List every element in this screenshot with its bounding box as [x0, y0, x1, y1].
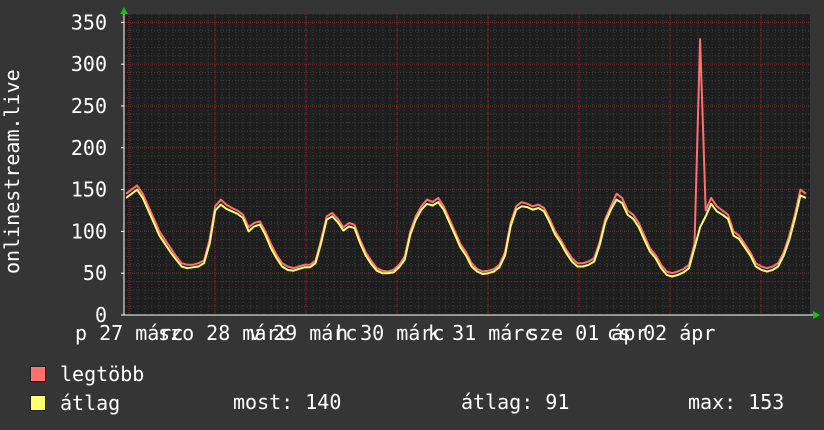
y-tick-label: 150	[71, 178, 107, 202]
legend-item-avg: átlag	[30, 389, 120, 417]
stat-avg: átlag: 91	[461, 390, 570, 414]
y-tick-label: 100	[71, 219, 107, 243]
y-axis-ticks: 050100150200250300350	[71, 10, 124, 327]
legend-swatch-max	[30, 366, 46, 382]
x-axis-arrow-icon	[813, 311, 820, 319]
y-tick-label: 200	[71, 136, 107, 160]
stat-max: max: 153	[688, 390, 785, 414]
legend-item-max: legtöbb	[30, 360, 144, 388]
x-tick-label: cs 02 ápr	[607, 321, 715, 345]
y-axis-label: onlinestream.live	[0, 69, 24, 274]
y-tick-label: 50	[83, 261, 107, 285]
legend-label-max: legtöbb	[60, 362, 145, 386]
y-tick-label: 350	[71, 10, 107, 34]
y-tick-label: 250	[71, 94, 107, 118]
y-tick-label: 300	[71, 52, 107, 76]
legend-label-avg: átlag	[60, 391, 121, 415]
stat-now: most: 140	[233, 390, 342, 414]
x-axis-ticks: p 27 márcszo 28 márcv 29 márch 30 márck …	[75, 321, 715, 345]
x-tick-label: k 31 márc	[428, 321, 536, 345]
legend-swatch-avg	[30, 395, 46, 411]
y-axis-arrow-icon	[120, 7, 128, 14]
